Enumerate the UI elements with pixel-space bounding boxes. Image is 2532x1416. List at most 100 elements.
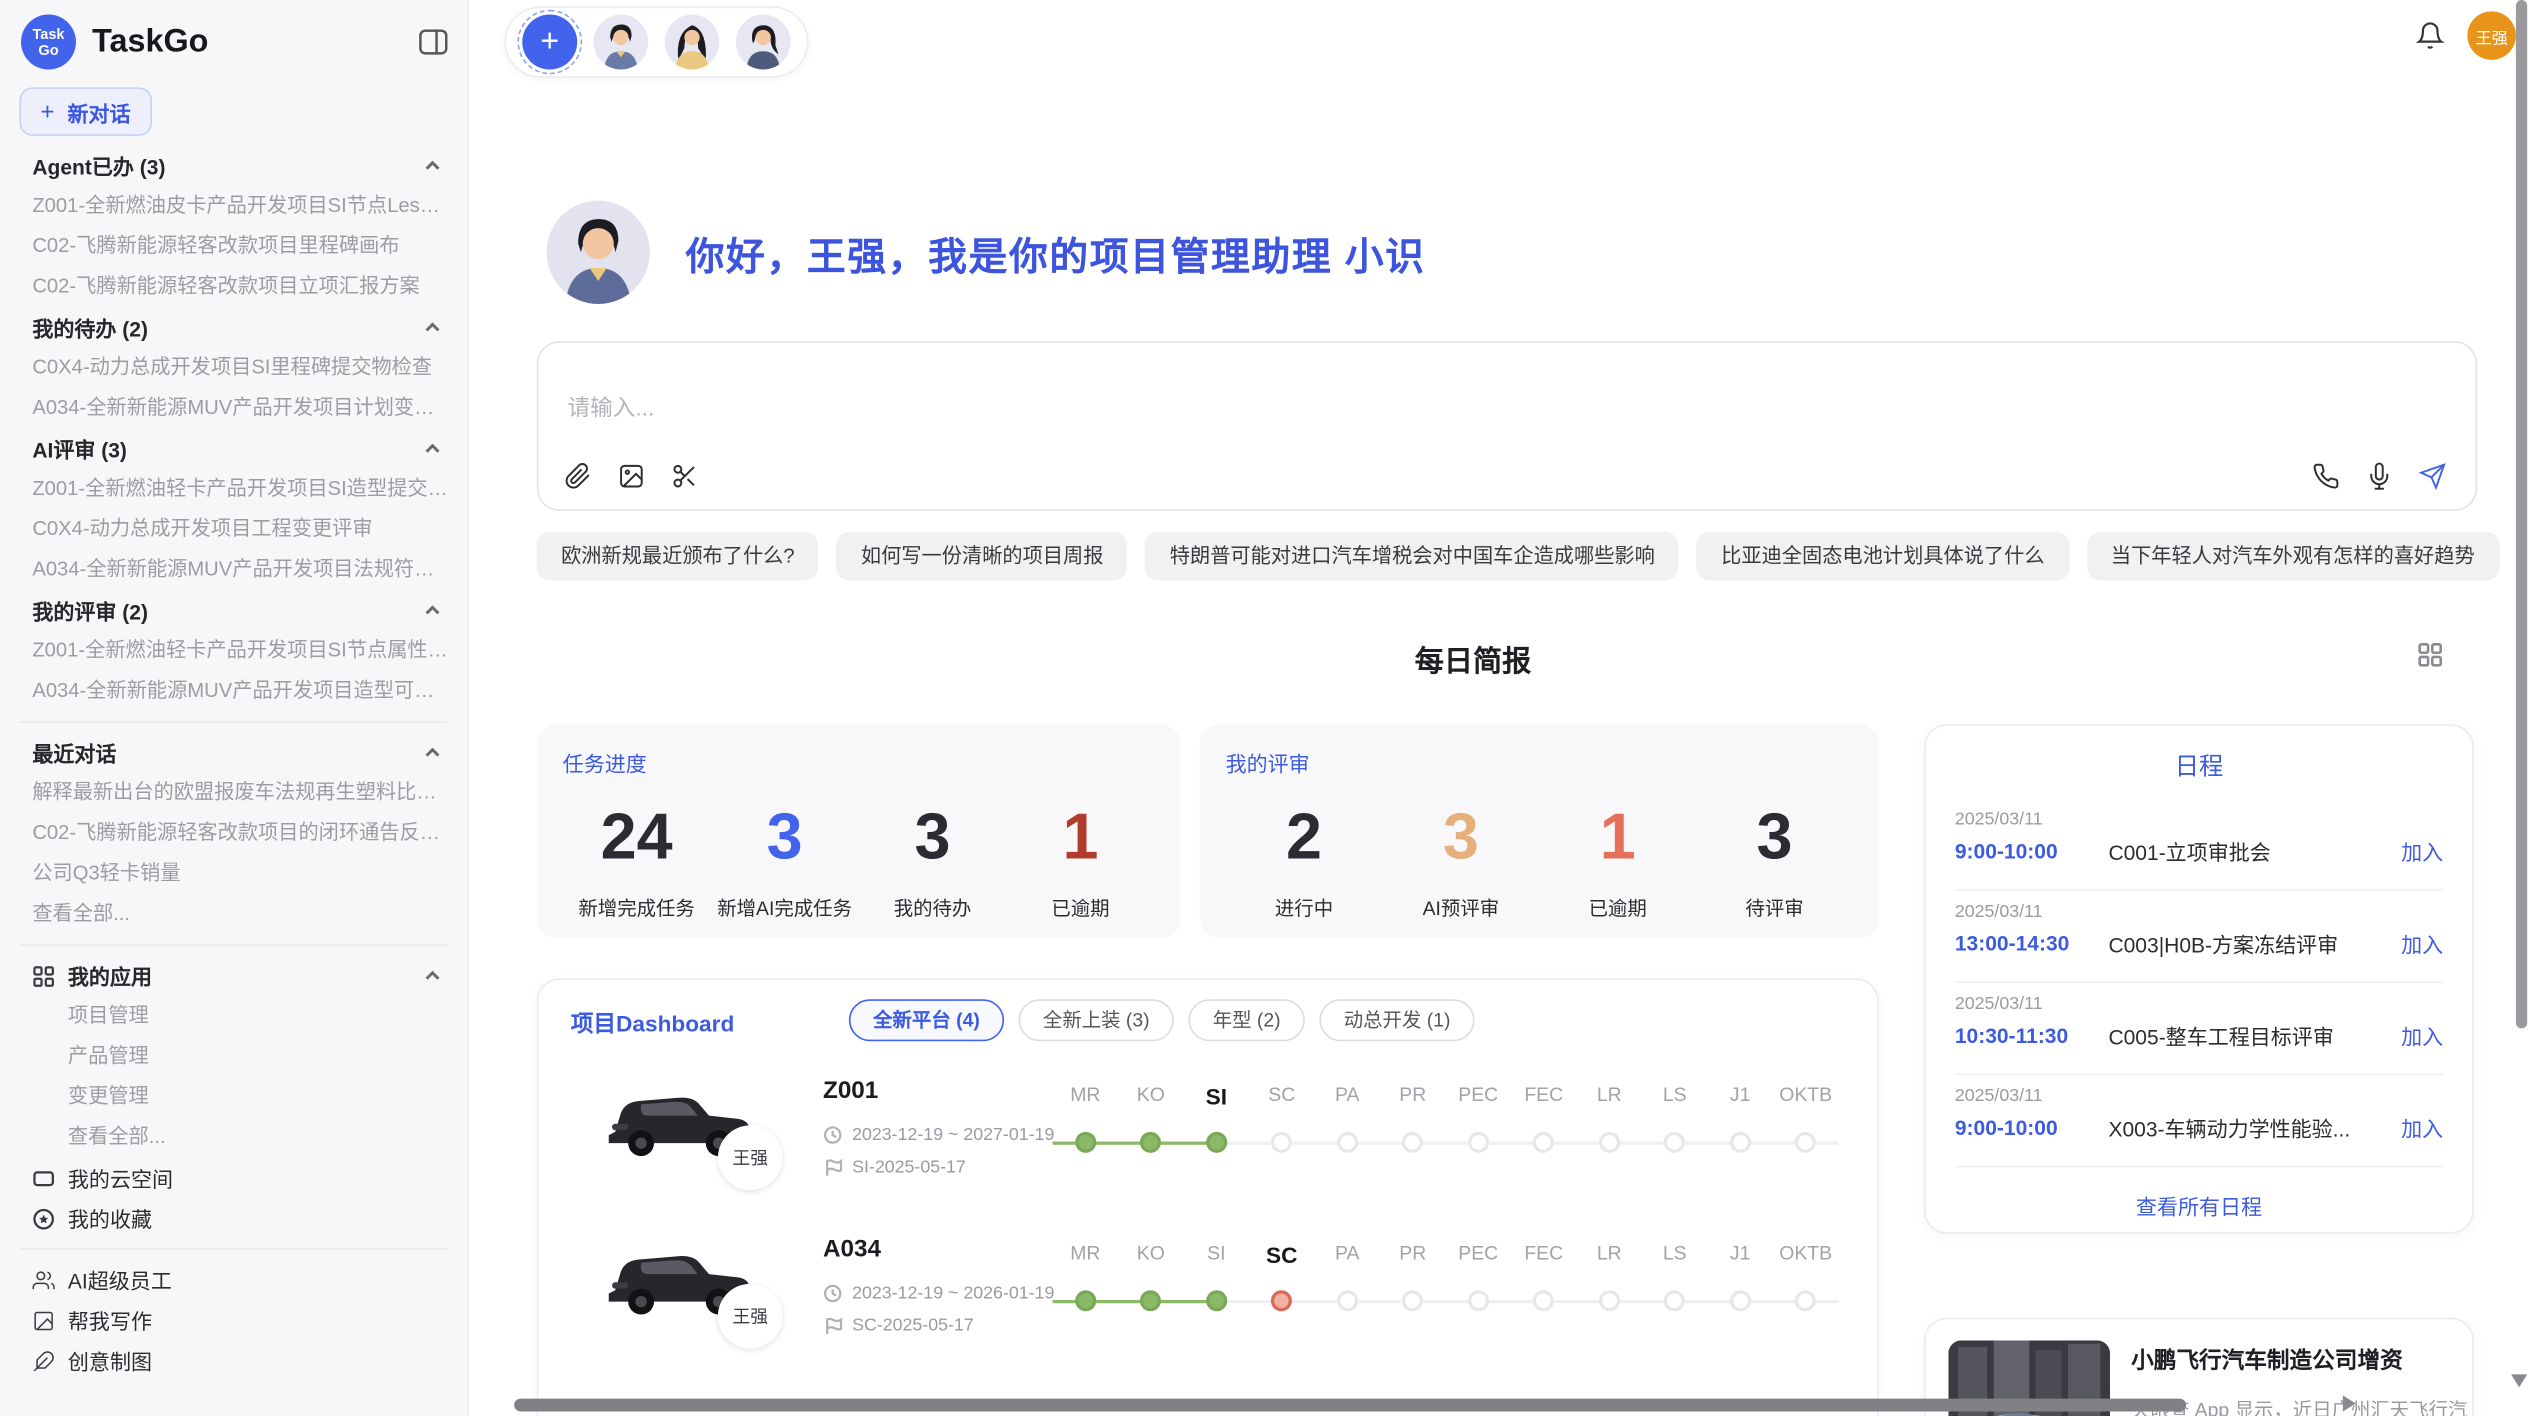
milestone-dot[interactable] — [1140, 1290, 1161, 1311]
milestone-dot[interactable] — [1664, 1290, 1685, 1311]
voice-call-icon[interactable] — [2312, 462, 2339, 489]
join-link[interactable]: 加入 — [2401, 836, 2443, 867]
milestone-dot[interactable] — [1271, 1132, 1292, 1153]
sidebar-item-project-mgmt[interactable]: 项目管理 — [32, 996, 448, 1036]
horizontal-scrollbar[interactable] — [514, 1399, 2186, 1412]
milestone-dot[interactable] — [1468, 1290, 1489, 1311]
milestone-dot[interactable] — [1206, 1290, 1227, 1311]
filter-new-body[interactable]: 全新上装 (3) — [1019, 999, 1174, 1041]
sidebar-section-my-todo[interactable]: 我的待办 (2) — [32, 307, 448, 347]
milestone-dot[interactable] — [1599, 1290, 1620, 1311]
sidebar-item[interactable]: Z001-全新燃油轻卡产品开发项目SI造型提交物评审 — [32, 469, 448, 509]
stat-new-ai-done[interactable]: 3新增AI完成任务 — [711, 800, 859, 921]
milestone-dot[interactable] — [1599, 1132, 1620, 1153]
stat-ai-prereview[interactable]: 3AI预评审 — [1382, 800, 1539, 921]
sidebar-collapse-icon[interactable] — [419, 29, 448, 55]
milestone-dot[interactable] — [1271, 1290, 1292, 1311]
milestone-dot[interactable] — [1337, 1290, 1358, 1311]
scroll-right-arrow[interactable] — [2343, 1395, 2356, 1411]
suggestion-chip[interactable]: 比亚迪全固态电池计划具体说了什么 — [1697, 532, 2069, 581]
milestone-dot[interactable] — [1206, 1132, 1227, 1153]
new-chat-button[interactable]: + 新对话 — [19, 87, 151, 136]
sidebar-section-ai-review[interactable]: AI评审 (3) — [32, 428, 448, 468]
sidebar-item[interactable]: Z001-全新燃油皮卡产品开发项目SI节点Lesson Learn报告 — [32, 186, 448, 226]
sidebar-item-help-me-write[interactable]: 帮我写作 — [32, 1300, 448, 1340]
milestone-dot[interactable] — [1533, 1132, 1554, 1153]
sidebar-item[interactable]: C02-飞腾新能源轻客改款项目的闭环通告反馈情况 — [32, 813, 448, 853]
sidebar-item-creative-draw[interactable]: 创意制图 — [32, 1340, 448, 1380]
attachment-icon[interactable] — [564, 462, 591, 489]
layout-grid-icon[interactable] — [2417, 642, 2443, 668]
view-all-schedule-link[interactable]: 查看所有日程 — [1955, 1190, 2443, 1221]
sidebar-item[interactable]: C0X4-动力总成开发项目工程变更评审 — [32, 509, 448, 549]
sidebar-item[interactable]: 公司Q3轻卡销量 — [32, 854, 448, 894]
milestone-dot[interactable] — [1402, 1290, 1423, 1311]
project-next-milestone: SC-2025-05-17 — [823, 1316, 974, 1335]
stat-new-done[interactable]: 24新增完成任务 — [563, 800, 711, 921]
microphone-icon[interactable] — [2366, 462, 2393, 489]
milestone-dot[interactable] — [1795, 1132, 1816, 1153]
view-all-apps[interactable]: 查看全部... — [32, 1117, 448, 1157]
milestone-dot[interactable] — [1140, 1132, 1161, 1153]
milestone-dot[interactable] — [1337, 1132, 1358, 1153]
milestone-dot[interactable] — [1664, 1132, 1685, 1153]
sidebar-item[interactable]: A034-全新新能源MUV产品开发项目造型可行性评审 — [32, 671, 448, 711]
milestone-dot[interactable] — [1795, 1290, 1816, 1311]
chat-input[interactable] — [568, 395, 2023, 421]
project-row[interactable]: 王强 A034 2023-12-19 ~ 2026-01-19 SC-2025-… — [538, 1219, 1880, 1376]
sidebar-item-favorites[interactable]: 我的收藏 — [32, 1198, 448, 1238]
project-dashboard-card: 项目Dashboard 全新平台 (4) 全新上装 (3) 年型 (2) 动总开… — [537, 978, 1879, 1416]
suggestion-chip[interactable]: 欧洲新规最近颁布了什么? — [537, 532, 819, 581]
milestone-dot[interactable] — [1402, 1132, 1423, 1153]
suggestion-chip[interactable]: 如何写一份清晰的项目周报 — [837, 532, 1128, 581]
milestone-dot[interactable] — [1730, 1290, 1751, 1311]
sidebar-section-recent-chats[interactable]: 最近对话 — [32, 732, 448, 772]
milestone-dot[interactable] — [1075, 1132, 1096, 1153]
vertical-scrollbar[interactable] — [2516, 0, 2527, 1028]
milestone-dot[interactable] — [1730, 1132, 1751, 1153]
sidebar-item[interactable]: Z001-全新燃油轻卡产品开发项目SI节点属性5D文件评审 — [32, 631, 448, 671]
join-link[interactable]: 加入 — [2401, 1020, 2443, 1051]
notifications-bell-icon[interactable] — [2416, 21, 2445, 50]
add-agent-button[interactable]: + — [522, 15, 577, 70]
filter-powertrain[interactable]: 动总开发 (1) — [1319, 999, 1474, 1041]
sidebar-section-my-apps[interactable]: 我的应用 — [32, 956, 448, 996]
milestone-dot[interactable] — [1468, 1132, 1489, 1153]
stat-pending-review[interactable]: 3待评审 — [1696, 800, 1853, 921]
sidebar-item[interactable]: C0X4-动力总成开发项目SI里程碑提交物检查 — [32, 348, 448, 388]
sidebar-item[interactable]: 解释最新出台的欧盟报废车法规再生塑料比例被调至15%... — [32, 773, 448, 813]
sidebar-item-cloud-space[interactable]: 我的云空间 — [32, 1158, 448, 1198]
stat-my-todo[interactable]: 3我的待办 — [859, 800, 1007, 921]
milestone-dot[interactable] — [1075, 1290, 1096, 1311]
milestone-dot[interactable] — [1533, 1290, 1554, 1311]
sidebar-item[interactable]: C02-飞腾新能源轻客改款项目立项汇报方案 — [32, 267, 448, 307]
view-all-recent[interactable]: 查看全部... — [32, 894, 448, 934]
suggestion-chip[interactable]: 特朗普可能对进口汽车增税会对中国车企造成哪些影响 — [1146, 532, 1680, 581]
agent-avatar-3[interactable] — [736, 15, 791, 70]
image-upload-icon[interactable] — [618, 462, 645, 489]
agent-avatar-2[interactable] — [665, 15, 720, 70]
sidebar-section-agent-done[interactable]: Agent已办 (3) — [32, 146, 448, 186]
sidebar-item-ai-super-staff[interactable]: AI超级员工 — [32, 1260, 448, 1300]
sidebar-item-change-mgmt[interactable]: 变更管理 — [32, 1077, 448, 1117]
stat-review-overdue[interactable]: 1已逾期 — [1539, 800, 1696, 921]
send-icon[interactable] — [2419, 462, 2446, 489]
join-link[interactable]: 加入 — [2401, 1112, 2443, 1143]
stat-in-progress[interactable]: 2进行中 — [1226, 800, 1383, 921]
stat-overdue[interactable]: 1已逾期 — [1007, 800, 1155, 921]
filter-new-platform[interactable]: 全新平台 (4) — [849, 999, 1004, 1041]
join-link[interactable]: 加入 — [2401, 928, 2443, 959]
sidebar-item-product-mgmt[interactable]: 产品管理 — [32, 1036, 448, 1076]
sidebar-item[interactable]: A034-全新新能源MUV产品开发项目计划变更表编写 — [32, 388, 448, 428]
agent-avatar-1[interactable] — [593, 15, 648, 70]
filter-model-year[interactable]: 年型 (2) — [1188, 999, 1304, 1041]
scroll-down-arrow[interactable] — [2511, 1374, 2527, 1387]
scissors-icon[interactable] — [671, 462, 698, 489]
sidebar-section-my-review[interactable]: 我的评审 (2) — [32, 590, 448, 630]
sidebar-item[interactable]: C02-飞腾新能源轻客改款项目里程碑画布 — [32, 226, 448, 266]
sidebar-item[interactable]: A034-全新新能源MUV产品开发项目法规符合性评审 — [32, 550, 448, 590]
suggestion-chip[interactable]: 当下年轻人对汽车外观有怎样的喜好趋势 — [2087, 532, 2499, 581]
plus-icon: + — [40, 98, 54, 125]
user-avatar[interactable]: 王强 — [2467, 11, 2516, 60]
project-row[interactable]: 王强 Z001 2023-12-19 ~ 2027-01-19 SI-2025-… — [538, 1061, 1880, 1218]
